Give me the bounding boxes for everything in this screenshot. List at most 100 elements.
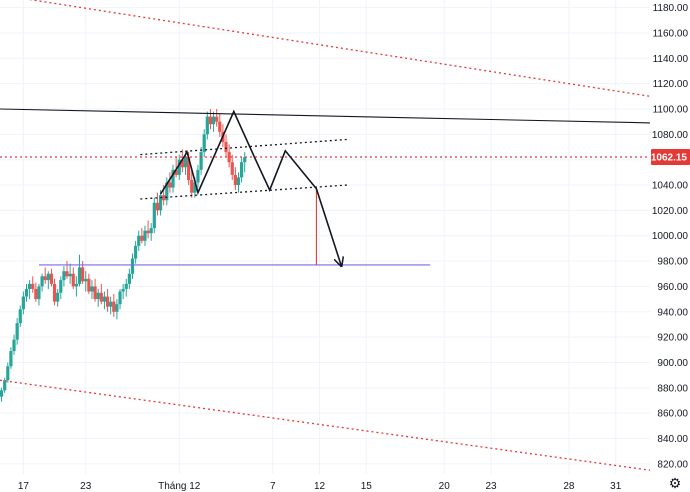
candle — [84, 271, 88, 292]
candle — [74, 276, 78, 297]
candle-body — [9, 351, 13, 367]
candle-body — [205, 116, 209, 135]
candle-body — [28, 283, 32, 289]
y-tick-label: 980.00 — [657, 257, 688, 268]
candle-body — [15, 323, 19, 340]
candle — [49, 268, 54, 287]
candle-body — [96, 292, 100, 300]
y-tick-label: 1140.00 — [653, 54, 689, 65]
x-tick-label: 20 — [439, 481, 451, 492]
candle — [102, 291, 107, 310]
y-tick-label: 920.00 — [657, 333, 688, 344]
resistance-line[interactable] — [0, 108, 651, 124]
candle-body — [215, 116, 219, 122]
candle — [224, 134, 228, 158]
y-tick-label: 1120.00 — [653, 79, 689, 90]
candle — [130, 253, 135, 279]
candle — [59, 276, 63, 300]
grid — [0, 0, 650, 474]
candle — [124, 278, 128, 297]
candle — [168, 172, 172, 193]
candle-body — [109, 301, 113, 307]
candle — [143, 225, 147, 246]
candle — [155, 192, 160, 216]
candle — [115, 299, 119, 320]
candle-body — [183, 157, 188, 168]
candle-body — [240, 162, 244, 178]
candle — [56, 288, 60, 307]
candle-body — [196, 169, 200, 183]
candle-body — [112, 301, 116, 312]
x-tick-label: 28 — [563, 481, 575, 492]
candle — [140, 228, 144, 244]
candle — [34, 282, 38, 302]
candle — [65, 261, 69, 279]
annotations — [0, 0, 651, 471]
candle-body — [59, 280, 63, 293]
candle — [99, 283, 103, 305]
candle — [240, 157, 244, 183]
current-price-label: 1062.15 — [651, 152, 688, 163]
candle-body — [74, 283, 78, 287]
candle — [12, 334, 16, 355]
candle — [243, 152, 247, 173]
upper-channel-line[interactable] — [0, 0, 651, 97]
candle-body — [137, 235, 141, 246]
candle — [196, 164, 200, 188]
candle-body — [56, 292, 60, 302]
candle-body — [190, 179, 194, 193]
candle — [118, 288, 122, 310]
candle-body — [168, 182, 172, 188]
lower-channel-line[interactable] — [0, 379, 651, 471]
candle-body — [115, 304, 119, 312]
candle — [6, 362, 10, 383]
candle-body — [143, 230, 147, 241]
y-tick-label: 1180.00 — [653, 3, 689, 14]
candle — [21, 291, 25, 315]
current-price-badge: 1062.15 — [651, 148, 690, 165]
candle-body — [155, 202, 160, 211]
candle — [149, 223, 153, 241]
candle-body — [208, 116, 213, 125]
candle-body — [99, 292, 103, 302]
y-tick-label: 1020.00 — [652, 206, 689, 217]
candle-body — [134, 245, 138, 259]
candle-body — [233, 174, 237, 186]
candle — [152, 197, 156, 234]
x-tick-label: 15 — [361, 481, 373, 492]
candle — [62, 266, 66, 287]
price-chart: 820.00 840.00 860.00 880.00 900.00 920.00 940.… — [0, 0, 690, 492]
candle-body — [105, 296, 110, 307]
x-tick-label: 12 — [314, 481, 326, 492]
candle-body — [211, 116, 216, 125]
candle — [9, 347, 13, 369]
candle — [3, 377, 7, 393]
y-tick-label: 820.00 — [657, 459, 688, 470]
candle-body — [118, 291, 122, 305]
y-tick-label: 1000.00 — [652, 231, 689, 242]
candle-body — [84, 278, 88, 282]
neckline-upper[interactable] — [140, 138, 348, 156]
candle-body — [52, 283, 57, 302]
candle — [90, 280, 94, 300]
candle — [52, 278, 57, 306]
candle-body — [199, 152, 203, 170]
y-tick-label: 1040.00 — [652, 181, 689, 192]
candle — [68, 263, 72, 284]
candle-body — [24, 288, 29, 297]
candle — [28, 280, 32, 300]
gear-icon[interactable]: ⚙ — [668, 476, 682, 490]
candle — [202, 129, 206, 158]
candle-body — [102, 296, 107, 302]
candle — [233, 167, 237, 191]
candle — [37, 283, 41, 306]
candle-body — [71, 273, 75, 287]
candle-body — [121, 288, 125, 292]
candle — [230, 154, 234, 180]
candle — [71, 267, 75, 289]
candle-body — [230, 162, 234, 175]
x-tick-label: 7 — [270, 481, 276, 492]
candles — [0, 108, 247, 402]
candle — [87, 273, 91, 295]
candle-body — [152, 202, 156, 229]
